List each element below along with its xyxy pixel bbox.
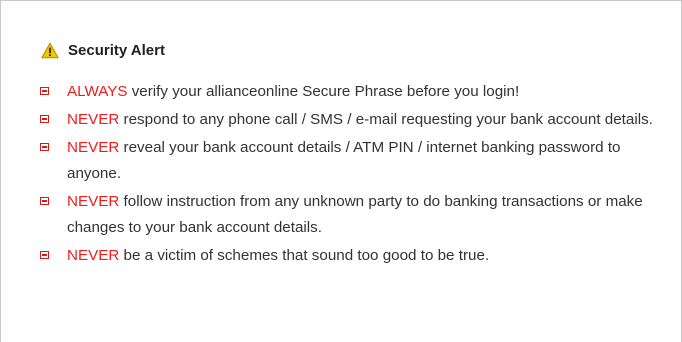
red-square-bullet-icon	[40, 87, 49, 95]
red-square-bullet-icon	[40, 143, 49, 151]
alert-text: verify your allianceonline Secure Phrase…	[127, 83, 520, 100]
alert-text: follow instruction from any unknown part…	[67, 193, 643, 236]
alert-keyword: NEVER	[67, 139, 120, 156]
alert-item: ALWAYS verify your allianceonline Secure…	[38, 79, 668, 105]
security-alert-panel: Security Alert ALWAYS verify your allian…	[0, 0, 682, 342]
red-square-bullet-icon	[40, 115, 49, 123]
alert-keyword: NEVER	[67, 247, 120, 264]
alert-item: NEVER follow instruction from any unknow…	[38, 189, 668, 241]
security-alert-header: Security Alert	[41, 39, 165, 61]
red-square-bullet-icon	[40, 197, 49, 205]
alert-text: reveal your bank account details / ATM P…	[67, 139, 621, 182]
alert-text: be a victim of schemes that sound too go…	[119, 247, 490, 264]
alert-text: respond to any phone call / SMS / e-mail…	[119, 111, 653, 128]
alert-keyword: NEVER	[67, 193, 120, 210]
alert-keyword: ALWAYS	[67, 83, 128, 100]
red-square-bullet-icon	[40, 251, 49, 259]
alert-item: NEVER be a victim of schemes that sound …	[38, 243, 668, 269]
alert-item: NEVER respond to any phone call / SMS / …	[38, 107, 668, 133]
security-alert-list: ALWAYS verify your allianceonline Secure…	[38, 79, 668, 271]
alert-item: NEVER reveal your bank account details /…	[38, 135, 668, 187]
alert-keyword: NEVER	[67, 111, 120, 128]
warning-triangle-icon	[41, 42, 59, 58]
security-alert-title: Security Alert	[68, 41, 165, 59]
